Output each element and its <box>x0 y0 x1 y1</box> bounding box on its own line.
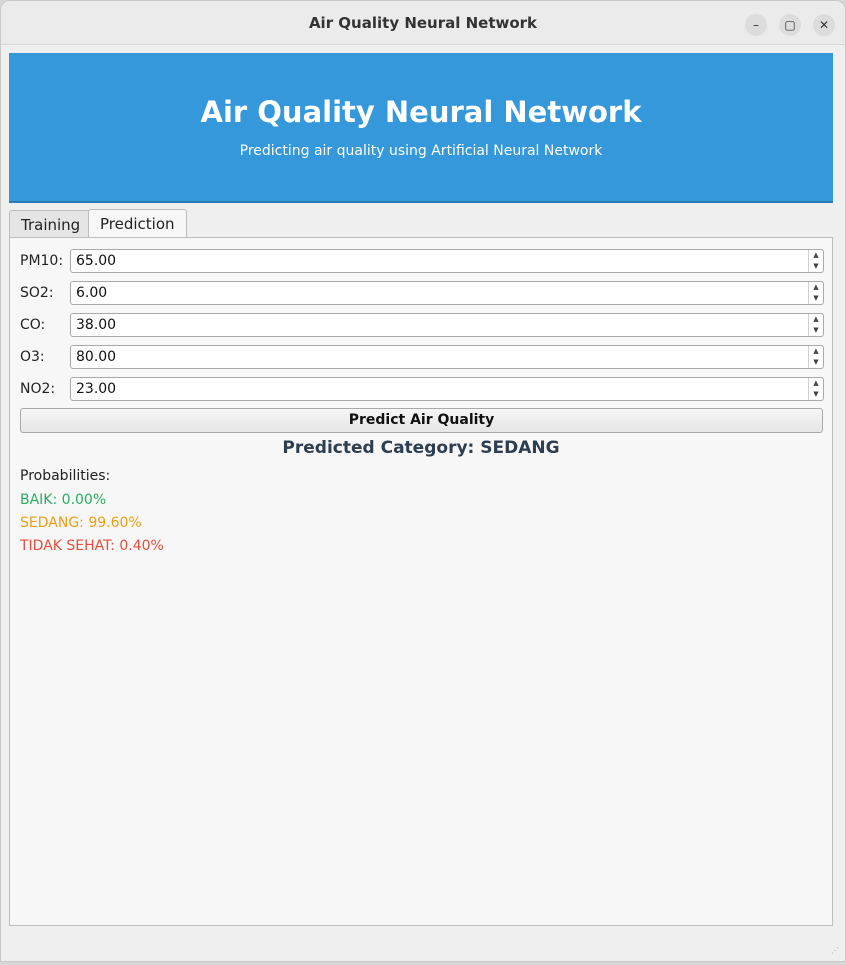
chevron-up-icon[interactable]: ▲ <box>809 250 823 261</box>
so2-spinbox[interactable]: 6.00 ▲ ▼ <box>70 281 824 305</box>
window-title: Air Quality Neural Network <box>308 14 538 32</box>
co-value[interactable]: 38.00 <box>76 314 116 336</box>
close-button[interactable]: ✕ <box>813 14 835 36</box>
o3-value[interactable]: 80.00 <box>76 346 116 368</box>
probabilities-title: Probabilities: <box>20 468 111 484</box>
chevron-down-icon[interactable]: ▼ <box>809 261 823 272</box>
chevron-down-icon[interactable]: ▼ <box>809 325 823 336</box>
no2-row: NO2: 23.00 ▲ ▼ <box>20 377 824 401</box>
pm10-spinbox[interactable]: 65.00 ▲ ▼ <box>70 249 824 273</box>
title-bar[interactable]: Air Quality Neural Network – ▢ ✕ <box>1 1 845 45</box>
app-header: Air Quality Neural Network Predicting ai… <box>9 53 833 203</box>
resize-grip-icon[interactable]: ⋰ <box>831 946 839 955</box>
co-spinbox[interactable]: 38.00 ▲ ▼ <box>70 313 824 337</box>
prob-tidak-sehat: TIDAK SEHAT: 0.40% <box>20 538 164 554</box>
pm10-value[interactable]: 65.00 <box>76 250 116 272</box>
chevron-up-icon[interactable]: ▲ <box>809 378 823 389</box>
no2-label: NO2: <box>20 381 56 397</box>
pm10-label: PM10: <box>20 253 64 269</box>
predicted-category: Predicted Category: SEDANG <box>282 438 560 458</box>
chevron-down-icon[interactable]: ▼ <box>809 389 823 400</box>
o3-label: O3: <box>20 349 45 365</box>
so2-label: SO2: <box>20 285 54 301</box>
chevron-up-icon[interactable]: ▲ <box>809 346 823 357</box>
chevron-down-icon[interactable]: ▼ <box>809 357 823 368</box>
o3-row: O3: 80.00 ▲ ▼ <box>20 345 824 369</box>
tab-training[interactable]: Training <box>9 210 93 238</box>
no2-spinbox[interactable]: 23.00 ▲ ▼ <box>70 377 824 401</box>
co-stepper[interactable]: ▲ ▼ <box>808 314 823 336</box>
co-label: CO: <box>20 317 46 333</box>
pm10-row: PM10: 65.00 ▲ ▼ <box>20 249 824 273</box>
o3-spinbox[interactable]: 80.00 ▲ ▼ <box>70 345 824 369</box>
header-title: Air Quality Neural Network <box>200 95 642 129</box>
chevron-up-icon[interactable]: ▲ <box>809 282 823 293</box>
no2-value[interactable]: 23.00 <box>76 378 116 400</box>
chevron-down-icon[interactable]: ▼ <box>809 293 823 304</box>
so2-value[interactable]: 6.00 <box>76 282 107 304</box>
chevron-up-icon[interactable]: ▲ <box>809 314 823 325</box>
tab-prediction[interactable]: Prediction <box>88 209 187 238</box>
so2-row: SO2: 6.00 ▲ ▼ <box>20 281 824 305</box>
so2-stepper[interactable]: ▲ ▼ <box>808 282 823 304</box>
co-row: CO: 38.00 ▲ ▼ <box>20 313 824 337</box>
prob-baik: BAIK: 0.00% <box>20 492 107 508</box>
o3-stepper[interactable]: ▲ ▼ <box>808 346 823 368</box>
maximize-button[interactable]: ▢ <box>779 14 801 36</box>
app-window: Air Quality Neural Network – ▢ ✕ Air Qua… <box>0 0 846 962</box>
prediction-panel: PM10: 65.00 ▲ ▼ SO2: 6.00 ▲ ▼ CO: 38.00 … <box>9 237 833 926</box>
header-subtitle: Predicting air quality using Artificial … <box>239 143 603 159</box>
predict-button[interactable]: Predict Air Quality <box>20 408 823 433</box>
minimize-button[interactable]: – <box>745 14 767 36</box>
prob-sedang: SEDANG: 99.60% <box>20 515 142 531</box>
no2-stepper[interactable]: ▲ ▼ <box>808 378 823 400</box>
pm10-stepper[interactable]: ▲ ▼ <box>808 250 823 272</box>
